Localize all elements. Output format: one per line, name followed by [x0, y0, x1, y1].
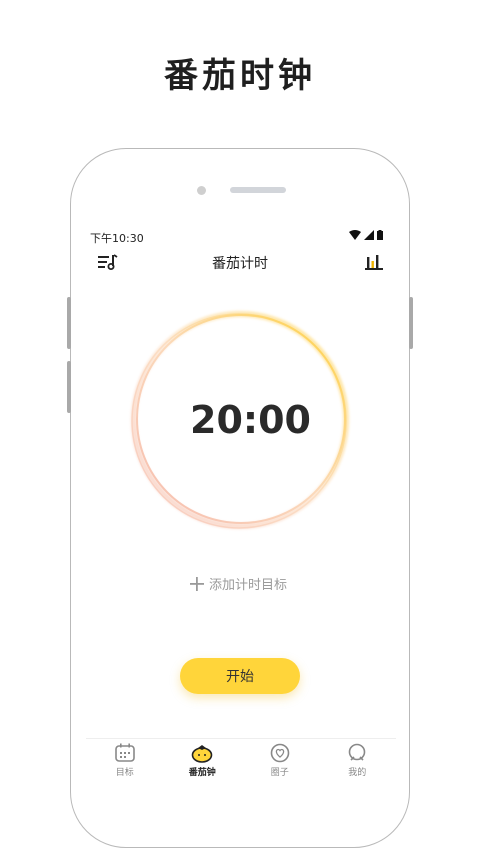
tab-pomodoro-label: 番茄钟: [188, 768, 216, 778]
status-icons: [349, 230, 383, 240]
wifi-icon: [349, 230, 361, 240]
tab-circle-label: 圈子: [270, 768, 289, 778]
bottom-tab-bar: 目标 番茄钟 圈子 我的: [86, 738, 396, 781]
tab-profile[interactable]: 我的: [319, 739, 397, 781]
bar-chart-icon: [365, 255, 383, 270]
power-button: [409, 297, 413, 349]
front-camera: [197, 186, 206, 195]
tab-goals-label: 目标: [115, 768, 134, 778]
earpiece-speaker: [230, 187, 286, 193]
start-button-label: 开始: [226, 669, 254, 685]
music-list-icon: [98, 254, 118, 270]
calendar-icon: [114, 743, 135, 762]
battery-icon: [377, 230, 383, 240]
music-list-button[interactable]: [97, 253, 119, 271]
tab-circle[interactable]: 圈子: [241, 739, 319, 781]
volume-down-button: [67, 361, 71, 413]
heart-chat-icon: [270, 743, 290, 763]
profile-icon: [348, 743, 366, 761]
add-goal-button[interactable]: 添加计时目标: [190, 574, 287, 593]
tab-profile-label: 我的: [348, 768, 367, 778]
page-title: 番茄计时: [212, 256, 268, 272]
plus-icon: [190, 576, 204, 591]
signal-icon: [364, 230, 374, 240]
tab-pomodoro[interactable]: 番茄钟: [164, 739, 242, 781]
status-time: 下午10:30: [90, 232, 144, 245]
start-button[interactable]: 开始: [180, 658, 300, 694]
add-goal-label: 添加计时目标: [209, 578, 288, 593]
tab-goals[interactable]: 目标: [86, 739, 164, 781]
tomato-icon: [191, 745, 213, 763]
timer-display: 20:00: [190, 398, 311, 442]
volume-up-button: [67, 297, 71, 349]
statistics-button[interactable]: [364, 252, 384, 272]
promo-headline: 番茄时钟: [164, 56, 316, 96]
